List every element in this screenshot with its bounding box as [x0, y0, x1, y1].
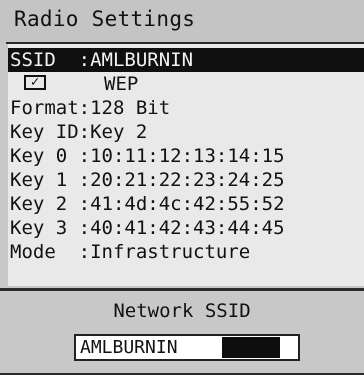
wep-checkbox[interactable]: ✓ — [24, 75, 46, 90]
format-row[interactable]: Format:128 Bit — [8, 96, 364, 120]
wep-label: WEP — [104, 73, 139, 95]
radio-settings-screen: Radio Settings SSID :AMLBURNIN ✓ WEP For… — [0, 0, 364, 375]
key2-row[interactable]: Key 2 :41:4d:4c:42:55:52 — [8, 192, 364, 216]
title-bar: Radio Settings — [0, 0, 364, 42]
mode-row[interactable]: Mode :Infrastructure — [8, 240, 364, 264]
settings-list: SSID :AMLBURNIN ✓ WEP Format:128 Bit Key… — [8, 44, 364, 286]
text-cursor — [222, 337, 280, 358]
key-id-row[interactable]: Key ID:Key 2 — [8, 120, 364, 144]
key1-row[interactable]: Key 1 :20:21:22:23:24:25 — [8, 168, 364, 192]
wep-row[interactable]: ✓ WEP — [8, 72, 364, 96]
ssid-editor: Network SSID AMLBURNIN — [0, 291, 364, 375]
ssid-row[interactable]: SSID :AMLBURNIN — [8, 48, 364, 72]
ssid-input[interactable]: AMLBURNIN — [74, 334, 300, 361]
key3-row[interactable]: Key 3 :40:41:42:43:44:45 — [8, 216, 364, 240]
page-title: Radio Settings — [14, 7, 196, 31]
ssid-editor-caption: Network SSID — [113, 300, 251, 322]
key0-row[interactable]: Key 0 :10:11:12:13:14:15 — [8, 144, 364, 168]
ssid-input-value: AMLBURNIN — [80, 337, 178, 358]
